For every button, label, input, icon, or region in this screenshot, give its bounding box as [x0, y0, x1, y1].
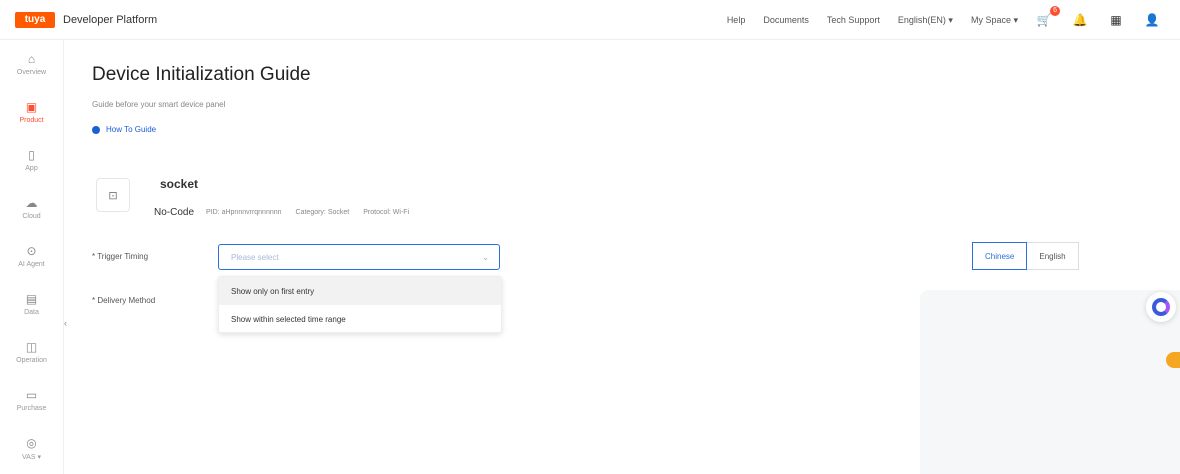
sidebar-item-overview[interactable]: ⌂ Overview: [0, 40, 63, 88]
product-icon: ▣: [25, 100, 38, 114]
language-toggle: Chinese English: [972, 242, 1079, 270]
product-category: Category: Socket: [295, 209, 350, 216]
app-icon: ▯: [28, 148, 35, 162]
sidebar-item-operation[interactable]: ◫ Operation: [0, 328, 63, 376]
trigger-timing-label: * Trigger Timing: [92, 252, 149, 261]
option-time-range[interactable]: Show within selected time range: [219, 305, 501, 333]
sidebar-item-label: Operation: [16, 357, 47, 364]
tech-support-link[interactable]: Tech Support: [827, 15, 880, 25]
language-dropdown[interactable]: English(EN) ▾: [898, 15, 953, 26]
sidebar-item-purchase[interactable]: ▭ Purchase: [0, 376, 63, 424]
sidebar-item-app[interactable]: ▯ App: [0, 136, 63, 184]
help-link[interactable]: Help: [727, 15, 746, 25]
documents-link[interactable]: Documents: [763, 15, 809, 25]
product-meta: No-Code PID: aHpnnnvrrqnnnnnn Category: …: [154, 207, 423, 218]
sidebar-item-label: Cloud: [22, 213, 41, 220]
sidebar-item-label: Data: [24, 309, 39, 316]
chevron-down-icon: ⌄: [482, 253, 489, 262]
collapse-arrow-icon[interactable]: ‹: [64, 318, 67, 328]
trigger-timing-dropdown: Show only on first entry Show within sel…: [218, 276, 502, 333]
trigger-timing-placeholder: Please select: [231, 252, 279, 262]
side-tab-icon[interactable]: [1166, 352, 1180, 368]
panel-preview: [920, 290, 1180, 474]
operation-icon: ◫: [25, 340, 38, 354]
socket-icon: ⊡: [96, 178, 130, 212]
lang-english-button[interactable]: English: [1027, 242, 1079, 270]
ai-agent-icon: ⊙: [26, 244, 37, 258]
delivery-method-label: * Delivery Method: [92, 296, 156, 305]
sidebar-item-label: Overview: [16, 69, 47, 76]
sidebar-item-product[interactable]: ▣ Product: [0, 88, 63, 136]
brand-title[interactable]: Developer Platform: [63, 14, 157, 26]
cart-badge: 6: [1050, 6, 1060, 16]
home-icon: ⌂: [27, 52, 36, 66]
trigger-timing-select[interactable]: Please select ⌄: [218, 244, 500, 270]
sidebar-item-label: AI Agent: [18, 261, 45, 268]
sidebar-item-label: Purchase: [16, 405, 47, 412]
nocode-tag: No-Code: [154, 207, 195, 218]
sidebar-item-label: Product: [19, 117, 44, 124]
product-name: socket: [160, 177, 199, 191]
sidebar-item-vas[interactable]: ◎ VAS ▾: [0, 424, 63, 472]
option-first-entry[interactable]: Show only on first entry: [219, 277, 501, 305]
sidebar-item-label: VAS ▾: [22, 453, 41, 461]
sidebar-item-cloud[interactable]: ☁ Cloud: [0, 184, 63, 232]
sidebar-item-data[interactable]: ▤ Data: [0, 280, 63, 328]
sidebar-item-label: App: [25, 165, 38, 172]
user-icon[interactable]: 👤: [1144, 12, 1160, 28]
assistant-icon: [1152, 298, 1170, 316]
top-nav: Help Documents Tech Support English(EN) …: [727, 0, 1180, 40]
purchase-icon: ▭: [25, 388, 38, 402]
sidebar-item-ai-agent[interactable]: ⊙ AI Agent: [0, 232, 63, 280]
vas-icon: ◎: [26, 435, 37, 450]
product-protocol: Protocol: Wi-Fi: [363, 209, 410, 216]
how-to-guide-link[interactable]: How To Guide: [92, 125, 156, 134]
my-space-dropdown[interactable]: My Space ▾: [971, 15, 1018, 26]
cart-icon[interactable]: 🛒 6: [1036, 6, 1060, 28]
page-subtitle: Guide before your smart device panel: [92, 100, 226, 109]
grid-icon[interactable]: ▦: [1108, 12, 1124, 28]
how-to-guide-label: How To Guide: [106, 125, 157, 134]
tuya-logo[interactable]: tuya: [15, 11, 55, 28]
top-bar: tuya Developer Platform Help Documents T…: [0, 0, 1180, 40]
product-pid: PID: aHpnnnvrrqnnnnnn: [206, 209, 282, 216]
cloud-icon: ☁: [25, 196, 38, 210]
sidebar: ⌂ Overview ▣ Product ▯ App ☁ Cloud ⊙ AI Agent ▤ Dat…: [0, 40, 64, 474]
bell-icon[interactable]: 🔔: [1072, 12, 1088, 28]
guide-icon: [92, 125, 100, 134]
lang-chinese-button[interactable]: Chinese: [972, 242, 1028, 270]
assistant-button[interactable]: [1146, 292, 1176, 322]
page-title: Device Initialization Guide: [92, 64, 311, 85]
data-icon: ▤: [25, 292, 38, 306]
